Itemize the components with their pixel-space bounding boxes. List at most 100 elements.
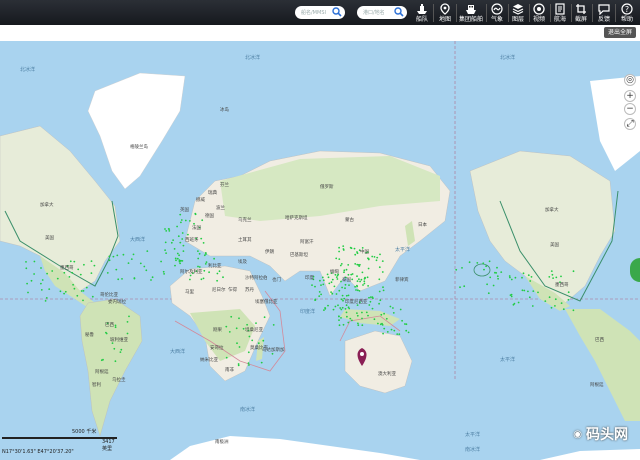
ship-marker[interactable] [335, 293, 338, 295]
ship-marker[interactable] [246, 323, 249, 326]
ship-marker[interactable] [203, 254, 206, 257]
ship-marker[interactable] [45, 297, 48, 299]
ship-marker[interactable] [381, 260, 384, 262]
ship-marker[interactable] [373, 318, 376, 321]
ship-marker[interactable] [349, 317, 352, 320]
ship-marker[interactable] [320, 293, 322, 296]
ship-marker[interactable] [179, 259, 182, 262]
ship-marker[interactable] [200, 237, 203, 240]
ship-marker[interactable] [318, 295, 321, 297]
ship-marker[interactable] [510, 278, 513, 281]
ship-marker[interactable] [361, 311, 363, 314]
ship-marker[interactable] [356, 280, 359, 282]
ship-marker[interactable] [26, 282, 28, 285]
ship-marker[interactable] [180, 219, 183, 221]
ship-marker[interactable] [392, 312, 395, 314]
ship-marker[interactable] [330, 291, 332, 293]
ship-marker[interactable] [373, 256, 376, 258]
ship-marker[interactable] [236, 342, 238, 345]
ship-marker[interactable] [73, 287, 76, 290]
ship-marker[interactable] [181, 232, 184, 234]
ship-marker[interactable] [176, 225, 179, 228]
fullscreen-button[interactable]: ⤢ [624, 118, 636, 130]
ship-marker[interactable] [351, 319, 353, 322]
ship-marker[interactable] [48, 288, 51, 290]
ship-marker[interactable] [225, 356, 228, 359]
ship-marker[interactable] [68, 276, 71, 278]
ship-marker[interactable] [193, 222, 195, 225]
ship-marker[interactable] [550, 270, 553, 272]
ship-marker[interactable] [379, 323, 382, 326]
ship-marker[interactable] [172, 239, 175, 242]
ship-marker[interactable] [366, 276, 369, 279]
ship-marker[interactable] [369, 300, 372, 303]
ship-marker[interactable] [326, 273, 329, 276]
ship-marker[interactable] [30, 279, 33, 282]
ship-marker[interactable] [489, 276, 492, 279]
ship-marker[interactable] [488, 260, 491, 263]
world-map[interactable]: 北冰洋 北冰洋北冰洋太平洋大西洋太平洋大西洋印度洋太平洋南冰洋南冰洋格陵兰岛冰岛俄… [0, 41, 640, 460]
ship-marker[interactable] [342, 248, 345, 250]
tool-screenshot[interactable]: 截屏 [571, 2, 591, 24]
ship-marker[interactable] [378, 302, 380, 305]
ship-marker[interactable] [508, 275, 511, 277]
ship-marker[interactable] [554, 298, 557, 301]
ship-marker[interactable] [392, 307, 394, 309]
ship-marker[interactable] [46, 272, 48, 275]
ship-marker[interactable] [64, 290, 67, 293]
ship-marker[interactable] [356, 251, 358, 253]
ship-marker[interactable] [320, 284, 322, 286]
ship-marker[interactable] [197, 250, 199, 253]
ship-marker[interactable] [203, 269, 206, 272]
ship-marker[interactable] [327, 276, 330, 279]
ship-marker[interactable] [347, 306, 350, 309]
ship-marker[interactable] [126, 332, 129, 335]
ship-marker[interactable] [336, 278, 339, 280]
ship-marker[interactable] [90, 260, 93, 262]
ship-marker[interactable] [197, 265, 199, 268]
ship-marker[interactable] [225, 325, 228, 328]
ship-marker[interactable] [323, 309, 325, 311]
ship-marker[interactable] [461, 267, 463, 269]
ship-marker[interactable] [73, 260, 76, 263]
ship-marker[interactable] [251, 339, 254, 342]
ship-marker[interactable] [83, 263, 85, 266]
ship-marker[interactable] [344, 287, 346, 290]
ship-marker[interactable] [377, 322, 379, 325]
ship-marker[interactable] [332, 308, 335, 311]
ship-marker[interactable] [248, 364, 250, 366]
ship-marker[interactable] [342, 323, 345, 326]
ship-marker[interactable] [340, 298, 343, 301]
ship-marker[interactable] [189, 220, 191, 222]
ship-marker[interactable] [396, 333, 399, 335]
ship-marker[interactable] [40, 282, 42, 285]
ship-marker[interactable] [108, 259, 111, 262]
ship-marker[interactable] [328, 282, 331, 285]
ship-marker[interactable] [338, 324, 341, 327]
ship-marker[interactable] [552, 277, 554, 279]
ship-marker[interactable] [361, 271, 364, 274]
ship-marker[interactable] [322, 283, 325, 286]
ship-marker[interactable] [369, 296, 372, 298]
ship-marker[interactable] [56, 277, 59, 280]
ship-marker[interactable] [548, 296, 551, 299]
ship-marker[interactable] [189, 278, 191, 281]
ship-marker[interactable] [106, 272, 109, 274]
ship-marker[interactable] [371, 307, 374, 310]
ship-marker[interactable] [114, 326, 117, 329]
ship-marker[interactable] [346, 315, 348, 318]
ship-marker[interactable] [163, 273, 166, 275]
ship-marker[interactable] [356, 314, 359, 317]
ship-marker[interactable] [382, 289, 385, 292]
ship-marker[interactable] [202, 277, 205, 280]
ship-marker[interactable] [114, 324, 117, 327]
ship-marker[interactable] [343, 269, 346, 272]
ship-marker[interactable] [33, 260, 36, 263]
ship-marker[interactable] [385, 317, 388, 320]
ship-marker[interactable] [368, 304, 371, 306]
ship-marker[interactable] [560, 302, 563, 304]
ship-marker[interactable] [398, 333, 401, 336]
ship-marker[interactable] [79, 273, 82, 276]
ship-marker[interactable] [495, 272, 498, 274]
ship-marker[interactable] [382, 332, 384, 335]
